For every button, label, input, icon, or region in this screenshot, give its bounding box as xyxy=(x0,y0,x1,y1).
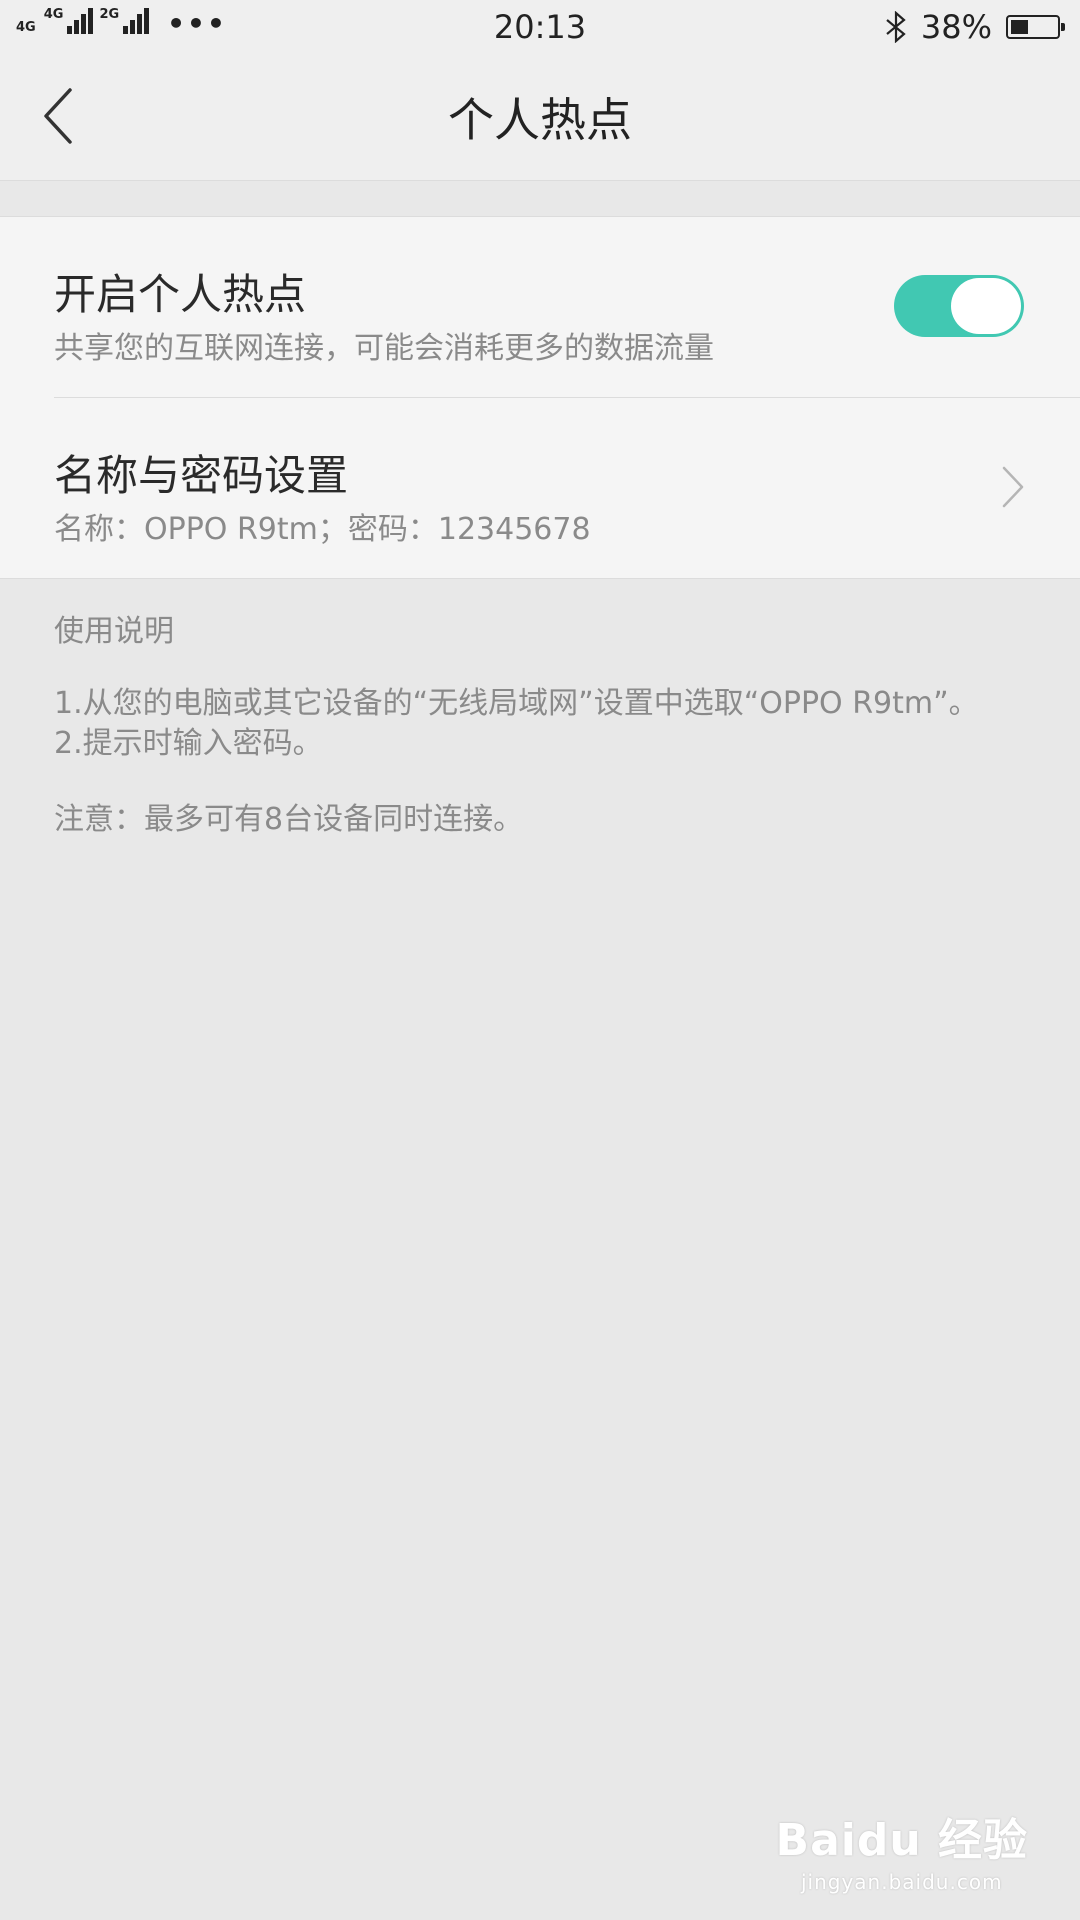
switch-knob xyxy=(951,278,1021,334)
usage-instructions: 使用说明 1.从您的电脑或其它设备的“无线局域网”设置中选取“OPPO R9tm… xyxy=(54,606,1040,840)
name-password-title: 名称与密码设置 xyxy=(54,451,349,500)
baidu-jingyan-watermark: Baidu 经验 jingyan.baidu.com xyxy=(776,1804,1028,1894)
hotspot-toggle-row[interactable]: 开启个人热点 共享您的互联网连接，可能会消耗更多的数据流量 xyxy=(0,217,1080,397)
hotspot-subtitle: 共享您的互联网连接，可能会消耗更多的数据流量 xyxy=(54,331,714,366)
instructions-heading: 使用说明 xyxy=(54,614,174,649)
battery-percent: 38% xyxy=(920,8,992,46)
app-header: 个人热点 xyxy=(0,56,1080,181)
hotspot-title: 开启个人热点 xyxy=(54,270,307,319)
instruction-step-1: 1.从您的电脑或其它设备的“无线局域网”设置中选取“OPPO R9tm”。 xyxy=(54,686,979,721)
settings-card: 开启个人热点 共享您的互联网连接，可能会消耗更多的数据流量 名称与密码设置 名称… xyxy=(0,216,1080,579)
name-password-subtitle: 名称：OPPO R9tm；密码：12345678 xyxy=(54,512,591,547)
watermark-url: jingyan.baidu.com xyxy=(800,1870,1003,1894)
hotspot-switch[interactable] xyxy=(894,275,1024,337)
battery-icon xyxy=(1006,15,1065,39)
name-password-row[interactable]: 名称与密码设置 名称：OPPO R9tm；密码：12345678 xyxy=(0,398,1080,578)
battery-level xyxy=(1011,20,1028,34)
watermark-logo: Baidu 经验 xyxy=(775,1815,1028,1866)
status-right: 38% xyxy=(885,8,1065,46)
page-title: 个人热点 xyxy=(448,93,632,147)
instruction-step-2: 2.提示时输入密码。 xyxy=(54,726,323,761)
bluetooth-icon xyxy=(886,11,906,43)
status-bar: 4G 4G 2G ••• 20:13 38% xyxy=(0,0,1080,56)
chevron-right-icon xyxy=(1002,466,1024,508)
instruction-note: 注意：最多可有8台设备同时连接。 xyxy=(54,802,524,837)
battery-tip xyxy=(1061,23,1065,31)
